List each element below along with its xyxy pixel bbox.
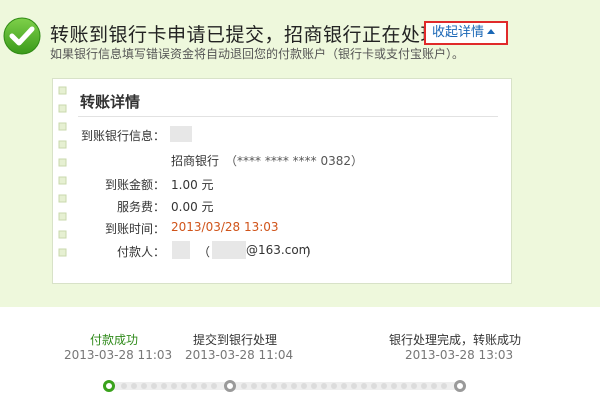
payer-paren-open: （ xyxy=(198,245,211,259)
fee-label: 服务费： xyxy=(116,200,165,214)
title-divider xyxy=(78,116,498,117)
amount-label: 到账金额： xyxy=(104,178,165,192)
step-1-title: 付款成功 xyxy=(90,333,139,347)
step-1-time: 2013-03-28 11:03 xyxy=(64,348,173,362)
bank-info-label: 到账银行信息： xyxy=(80,129,165,143)
bank-info-redacted xyxy=(170,126,192,142)
step-2-node xyxy=(224,380,236,392)
step-1-node xyxy=(103,380,115,392)
payer-label: 付款人： xyxy=(116,245,165,259)
payer-paren-close: ） xyxy=(306,245,319,259)
success-check-icon xyxy=(3,17,41,55)
step-3-node xyxy=(454,380,466,392)
collapse-details-label: 收起详情 xyxy=(432,25,485,40)
caret-up-icon xyxy=(487,29,496,34)
payer-email-redacted xyxy=(212,241,246,259)
refund-notice: 如果银行信息填写错误资金将自动退回您的付款账户（银行卡或支付宝账户）。 xyxy=(50,47,465,61)
details-title: 转账详情 xyxy=(80,93,141,111)
step-3-title: 银行处理完成，转账成功 xyxy=(389,333,522,347)
dotted-border-decoration xyxy=(58,86,67,257)
fee-value: 0.00 元 xyxy=(171,200,214,214)
payer-name-redacted xyxy=(172,241,190,259)
collapse-details-link[interactable]: 收起详情 xyxy=(424,21,508,45)
step-3-time: 2013-03-28 13:03 xyxy=(405,348,514,362)
amount-value: 1.00 元 xyxy=(171,178,214,192)
arrival-time-label: 到账时间： xyxy=(104,222,165,236)
bank-card-number: （**** **** **** 0382） xyxy=(225,154,363,168)
progress-track xyxy=(110,382,460,390)
step-2-title: 提交到银行处理 xyxy=(193,333,278,347)
arrival-time-value: 2013/03/28 13:03 xyxy=(171,220,279,234)
bank-name: 招商银行 xyxy=(171,154,220,168)
status-headline: 转账到银行卡申请已提交，招商银行正在处理。 xyxy=(50,24,460,46)
step-2-time: 2013-03-28 11:04 xyxy=(185,348,294,362)
payer-email-suffix: @163.com xyxy=(246,243,311,257)
